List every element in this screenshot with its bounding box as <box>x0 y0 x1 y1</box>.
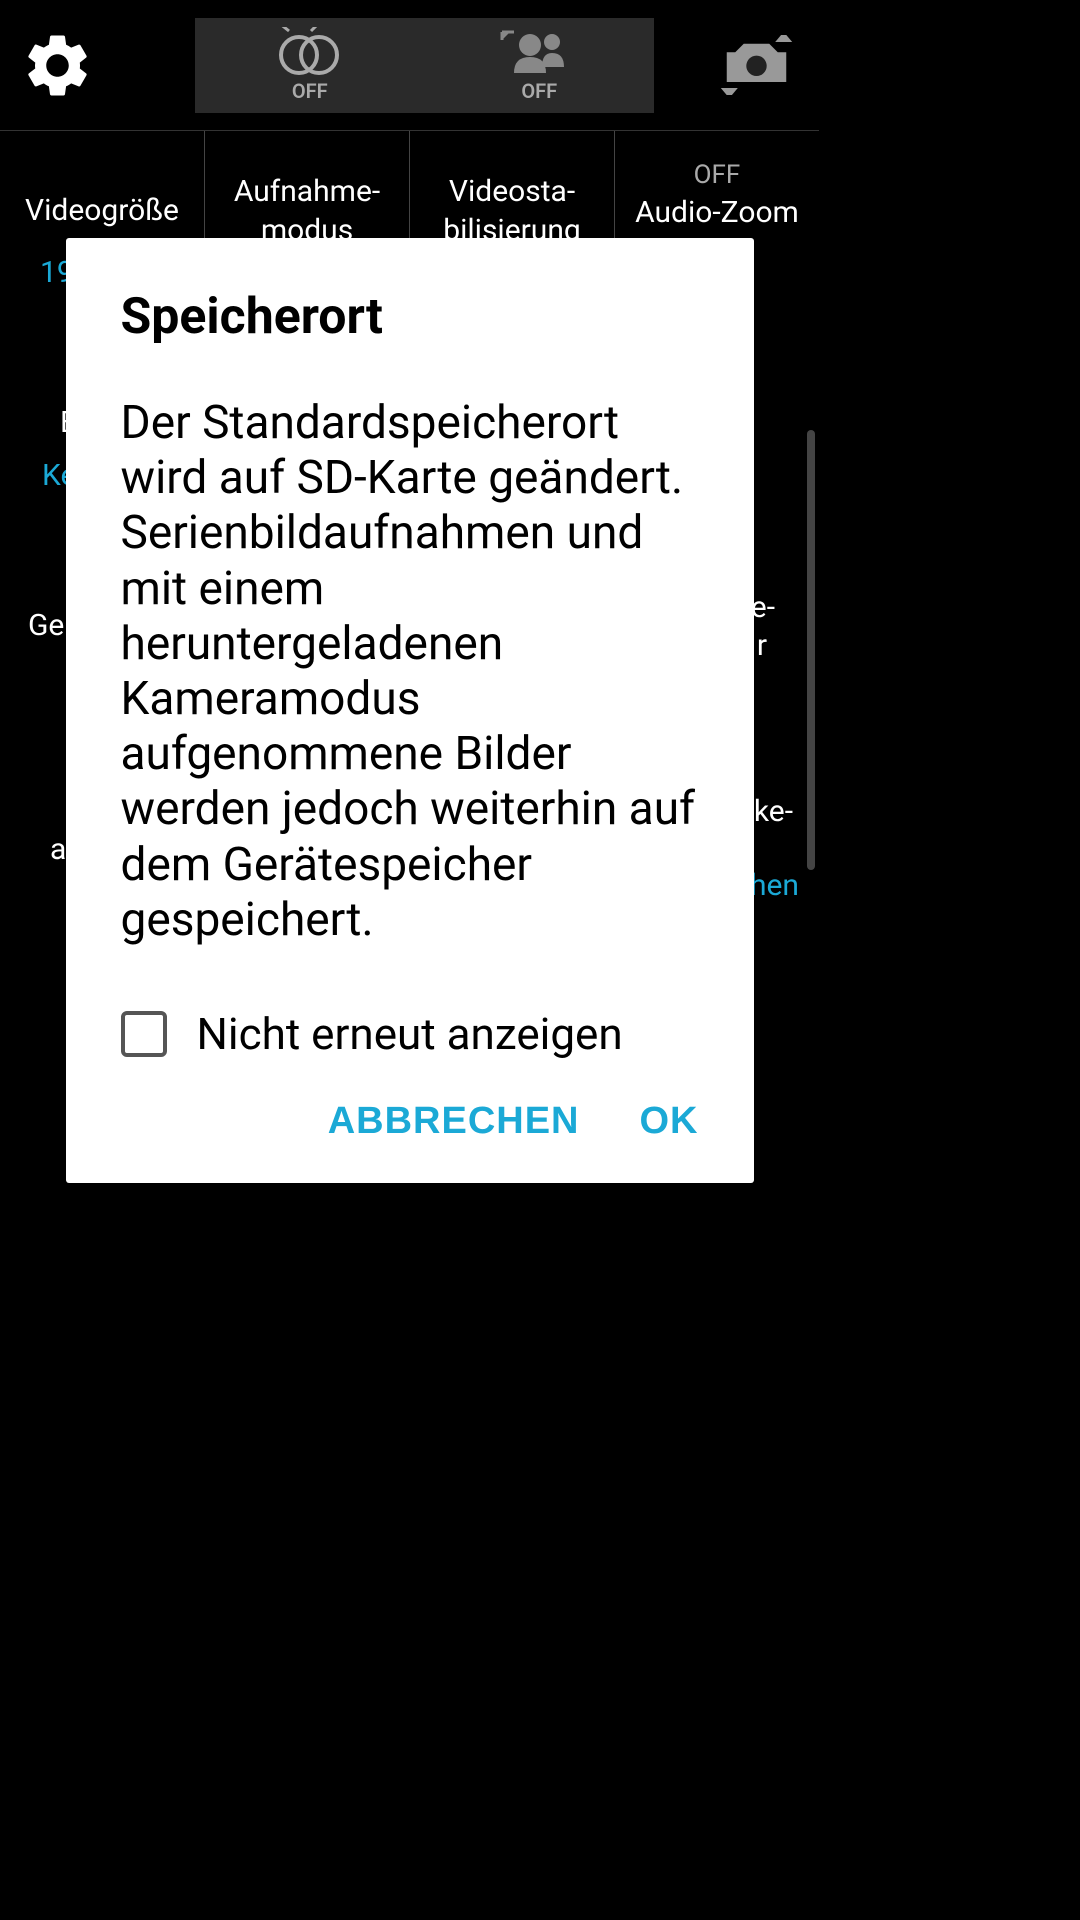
dont-show-again-row[interactable]: Nicht erneut anzeigen <box>121 1008 699 1060</box>
cancel-button[interactable]: ABBRECHEN <box>328 1100 580 1143</box>
storage-dialog: Speicherort Der Standardspeicherort wird… <box>66 238 754 1183</box>
dialog-actions: ABBRECHEN OK <box>121 1100 699 1143</box>
dialog-title: Speicherort <box>121 288 699 346</box>
ok-button[interactable]: OK <box>640 1100 699 1143</box>
checkbox-icon[interactable] <box>121 1011 167 1057</box>
dialog-overlay: Speicherort Der Standardspeicherort wird… <box>0 0 819 1456</box>
dialog-body: Der Standardspeicherort wird auf SD-Kart… <box>121 396 699 948</box>
checkbox-label: Nicht erneut anzeigen <box>197 1008 623 1060</box>
